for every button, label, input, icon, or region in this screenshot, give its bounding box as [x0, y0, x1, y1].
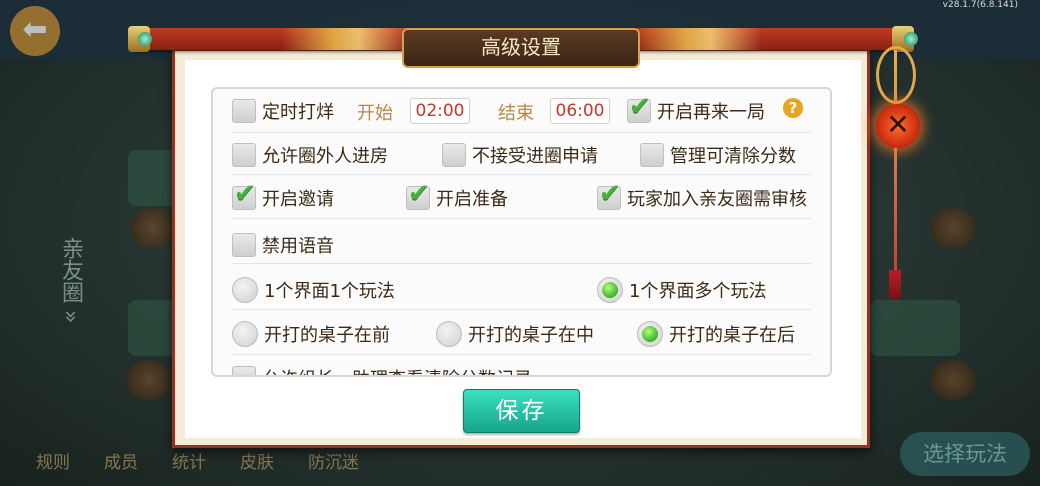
- ready-label: 开启准备: [436, 189, 508, 210]
- end-label: 结束: [498, 103, 534, 124]
- replay-label: 开启再来一局: [657, 102, 765, 123]
- timed-close-label: 定时打烊: [262, 102, 334, 123]
- single-mode-label: 1个界面1个玩法: [264, 281, 395, 302]
- checkbox-checked-icon: [406, 179, 430, 210]
- game-table[interactable]: [870, 300, 960, 356]
- jade-knob-icon: [138, 32, 152, 46]
- timed-close-checkbox[interactable]: 定时打烊: [232, 98, 334, 124]
- invite-checkbox[interactable]: 开启邀请: [232, 179, 334, 211]
- hanging-cord: [894, 50, 897, 298]
- save-button[interactable]: 保存: [463, 389, 580, 433]
- nav-anti-addiction[interactable]: 防沉迷: [308, 448, 359, 473]
- stool-icon: [126, 360, 172, 400]
- radio-selected-icon: [637, 321, 663, 347]
- checkbox-icon: [442, 143, 466, 167]
- ready-checkbox[interactable]: 开启准备: [406, 179, 508, 211]
- allow-outsiders-checkbox[interactable]: 允许圈外人进房: [232, 142, 388, 168]
- row-divider: [231, 132, 811, 133]
- join-review-label: 玩家加入亲友圈需审核: [627, 189, 807, 210]
- tassel-icon: [889, 270, 901, 300]
- table-front-radio[interactable]: 开打的桌子在前: [232, 321, 390, 347]
- close-button[interactable]: ✕: [876, 104, 920, 148]
- nav-skins[interactable]: 皮肤: [240, 448, 274, 473]
- table-middle-radio[interactable]: 开打的桌子在中: [436, 321, 594, 347]
- admin-clear-checkbox[interactable]: 管理可清除分数: [640, 142, 796, 168]
- checkbox-icon: [232, 233, 256, 257]
- row-divider: [231, 309, 811, 310]
- version-label: v28.1.7(6.8.141): [942, 0, 1018, 10]
- replay-checkbox[interactable]: 开启再来一局: [627, 92, 765, 124]
- disable-voice-checkbox[interactable]: 禁用语音: [232, 232, 334, 258]
- invite-label: 开启邀请: [262, 189, 334, 210]
- back-button[interactable]: ⬅: [10, 6, 60, 56]
- nav-members[interactable]: 成员: [104, 448, 138, 473]
- checkbox-icon: [232, 99, 256, 123]
- multi-mode-radio[interactable]: 1个界面多个玩法: [597, 277, 766, 303]
- bottom-nav: 规则 成员 统计 皮肤 防沉迷: [36, 448, 359, 473]
- radio-icon: [232, 277, 258, 303]
- cut-off-row-clip: 允许组长、助理查看清除分数记录: [214, 358, 830, 375]
- stool-icon: [930, 360, 976, 400]
- stool-icon: [930, 208, 976, 248]
- row-divider: [231, 218, 811, 219]
- table-middle-label: 开打的桌子在中: [468, 325, 594, 346]
- checkbox-icon: [232, 366, 256, 375]
- checkbox-checked-icon: [232, 179, 256, 210]
- help-icon[interactable]: ?: [783, 98, 803, 118]
- row-divider: [231, 174, 811, 175]
- checkbox-icon: [232, 143, 256, 167]
- row-divider: [231, 354, 811, 355]
- radio-icon: [436, 321, 462, 347]
- nav-stats[interactable]: 统计: [172, 448, 206, 473]
- join-review-checkbox[interactable]: 玩家加入亲友圈需审核: [597, 179, 807, 211]
- checkbox-checked-icon: [597, 179, 621, 210]
- multi-mode-label: 1个界面多个玩法: [629, 281, 767, 302]
- jade-knob-icon: [904, 32, 918, 46]
- dialog-title: 高级设置: [481, 35, 561, 59]
- radio-selected-icon: [597, 277, 623, 303]
- close-icon: ✕: [886, 108, 910, 141]
- gold-cloud-ornament: [282, 28, 410, 50]
- stool-icon: [130, 208, 176, 248]
- club-side-tab[interactable]: 亲友圈 »: [44, 220, 84, 340]
- disable-voice-label: 禁用语音: [262, 236, 334, 257]
- table-front-label: 开打的桌子在前: [264, 325, 390, 346]
- refuse-join-label: 不接受进圈申请: [472, 146, 598, 167]
- radio-icon: [232, 321, 258, 347]
- allow-outsiders-label: 允许圈外人进房: [262, 146, 388, 167]
- choose-play-button[interactable]: 选择玩法: [900, 432, 1030, 476]
- single-mode-radio[interactable]: 1个界面1个玩法: [232, 277, 395, 303]
- back-arrow-icon: ⬅: [22, 12, 48, 47]
- row-divider: [231, 263, 811, 264]
- end-time-input[interactable]: 06:00: [550, 98, 610, 124]
- refuse-join-checkbox[interactable]: 不接受进圈申请: [442, 142, 598, 168]
- table-back-label: 开打的桌子在后: [669, 325, 795, 346]
- admin-clear-label: 管理可清除分数: [670, 146, 796, 167]
- nav-rules[interactable]: 规则: [36, 448, 70, 473]
- table-back-radio[interactable]: 开打的桌子在后: [637, 321, 795, 347]
- leader-view-record-label: 允许组长、助理查看清除分数记录: [262, 365, 532, 375]
- checkbox-checked-icon: [627, 92, 651, 123]
- gold-cloud-ornament: [634, 28, 762, 50]
- start-time-input[interactable]: 02:00: [410, 98, 470, 124]
- checkbox-icon: [640, 143, 664, 167]
- leader-view-record-checkbox[interactable]: 允许组长、助理查看清除分数记录: [232, 365, 532, 375]
- start-label: 开始: [357, 103, 393, 124]
